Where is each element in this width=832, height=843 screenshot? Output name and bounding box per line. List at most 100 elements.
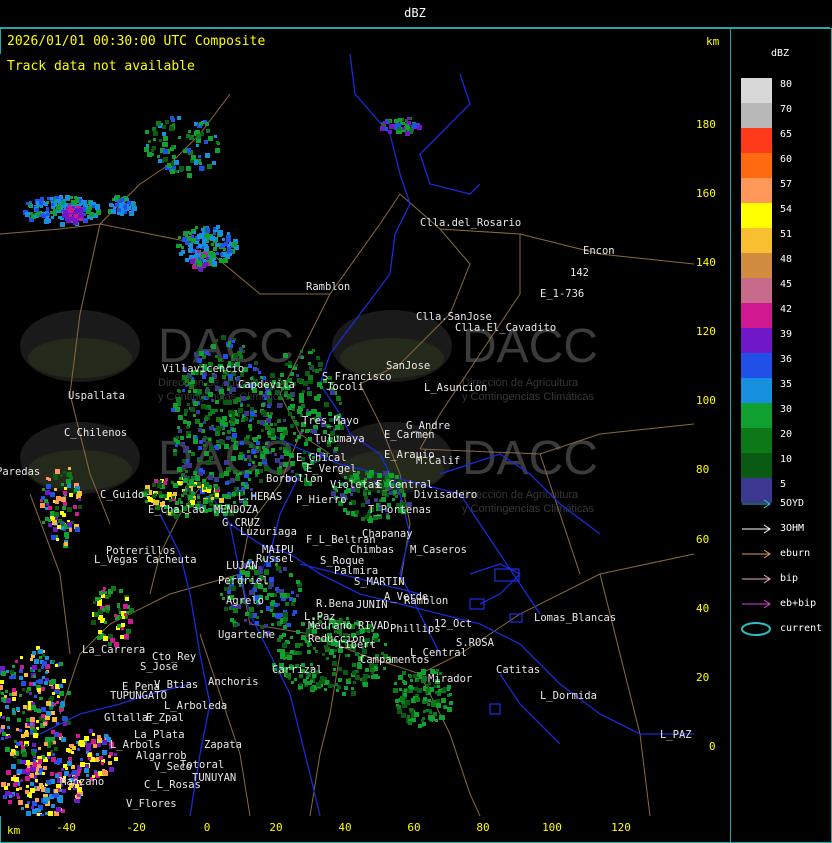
echo-cell bbox=[16, 788, 19, 791]
echo-cell bbox=[223, 400, 228, 405]
echo-cell bbox=[171, 145, 174, 148]
place-label: Manzano bbox=[60, 776, 104, 788]
echo-cell bbox=[193, 439, 198, 444]
echo-cell bbox=[320, 386, 323, 389]
echo-cell bbox=[248, 364, 252, 368]
echo-cell bbox=[114, 757, 118, 761]
echo-cell bbox=[175, 407, 180, 412]
echo-cell bbox=[223, 248, 226, 251]
echo-cell bbox=[170, 116, 173, 119]
echo-cell bbox=[249, 607, 254, 612]
echo-cell bbox=[46, 216, 49, 219]
echo-cell bbox=[12, 665, 15, 668]
echo-cell bbox=[146, 144, 149, 147]
echo-cell bbox=[352, 663, 356, 667]
echo-cell bbox=[30, 723, 33, 726]
place-label: RIVAD bbox=[358, 620, 390, 632]
echo-cell bbox=[86, 746, 91, 751]
echo-cell bbox=[58, 519, 62, 523]
echo-cell bbox=[207, 164, 212, 169]
echo-cell bbox=[125, 597, 129, 601]
echo-cell bbox=[417, 125, 422, 130]
echo-cell bbox=[199, 233, 204, 238]
echo-cell bbox=[229, 414, 232, 417]
echo-cell bbox=[47, 756, 50, 759]
place-label: Clla.El_Cavadito bbox=[455, 322, 556, 334]
echo-cell bbox=[339, 402, 342, 405]
echo-cell bbox=[436, 703, 441, 708]
echo-cell bbox=[202, 375, 206, 379]
echo-cell bbox=[177, 467, 182, 472]
echo-cell bbox=[402, 493, 406, 497]
place-label: La_Carrera bbox=[82, 644, 145, 656]
echo-cell bbox=[178, 236, 181, 239]
echo-cell bbox=[278, 396, 282, 400]
echo-cell bbox=[67, 484, 71, 488]
echo-cell bbox=[19, 669, 23, 673]
echo-cell bbox=[1, 671, 6, 676]
echo-cell bbox=[111, 209, 116, 214]
echo-cell bbox=[35, 798, 39, 802]
legend-swatch bbox=[741, 278, 772, 303]
echo-cell bbox=[256, 450, 259, 453]
echo-cell bbox=[283, 419, 286, 422]
echo-cell bbox=[377, 473, 382, 478]
legend-level-label: 45 bbox=[780, 279, 793, 290]
echo-cell bbox=[394, 682, 397, 685]
echo-cell bbox=[249, 622, 252, 625]
echo-cell bbox=[435, 719, 438, 722]
echo-cell bbox=[287, 655, 292, 660]
echo-cell bbox=[101, 762, 104, 765]
echo-cell bbox=[173, 452, 177, 456]
echo-cell bbox=[67, 721, 71, 725]
echo-cell bbox=[55, 506, 59, 510]
echo-cell bbox=[215, 148, 220, 153]
echo-cell bbox=[401, 713, 406, 718]
echo-cell bbox=[45, 671, 48, 674]
echo-cell bbox=[227, 495, 231, 499]
echo-cell bbox=[292, 408, 295, 411]
echo-cell bbox=[219, 389, 224, 394]
echo-cell bbox=[182, 465, 185, 468]
echo-cell bbox=[205, 351, 209, 355]
echo-cell bbox=[222, 375, 226, 379]
echo-cell bbox=[332, 672, 335, 675]
echo-cell bbox=[98, 630, 102, 634]
echo-cell bbox=[169, 126, 174, 131]
echo-cell bbox=[178, 136, 181, 139]
echo-cell bbox=[270, 423, 273, 426]
echo-cell bbox=[201, 396, 204, 399]
echo-cell bbox=[267, 398, 272, 403]
echo-cell bbox=[307, 650, 311, 654]
echo-cell bbox=[114, 614, 117, 617]
echo-cell bbox=[209, 446, 214, 451]
echo-cell bbox=[210, 236, 215, 241]
echo-cell bbox=[77, 769, 81, 773]
echo-cell bbox=[188, 130, 191, 133]
radar-map[interactable]: DACC Dirección de Agricultura y Continge… bbox=[0, 54, 694, 816]
echo-cell bbox=[126, 611, 129, 614]
echo-cell bbox=[355, 675, 360, 680]
echo-cell bbox=[191, 491, 194, 494]
echo-cell bbox=[290, 650, 294, 654]
echo-cell bbox=[232, 433, 237, 438]
echo-cell bbox=[225, 381, 228, 384]
echo-cell bbox=[56, 807, 61, 812]
echo-cell bbox=[421, 670, 426, 675]
echo-cell bbox=[104, 734, 108, 738]
place-label: MENDOZA bbox=[214, 504, 259, 516]
echo-cell bbox=[213, 247, 217, 251]
echo-cell bbox=[312, 369, 315, 372]
echo-cell bbox=[33, 733, 38, 738]
echo-cell bbox=[7, 726, 10, 729]
echo-cell bbox=[191, 238, 196, 243]
echo-cell bbox=[419, 676, 422, 679]
echo-cell bbox=[108, 755, 111, 758]
legend-swatch bbox=[741, 453, 772, 478]
echo-cell bbox=[5, 705, 9, 709]
x-tick: -20 bbox=[126, 821, 146, 834]
echo-cell bbox=[193, 231, 196, 234]
echo-cell bbox=[193, 471, 197, 475]
echo-cell bbox=[9, 676, 12, 679]
echo-cell bbox=[163, 494, 167, 498]
